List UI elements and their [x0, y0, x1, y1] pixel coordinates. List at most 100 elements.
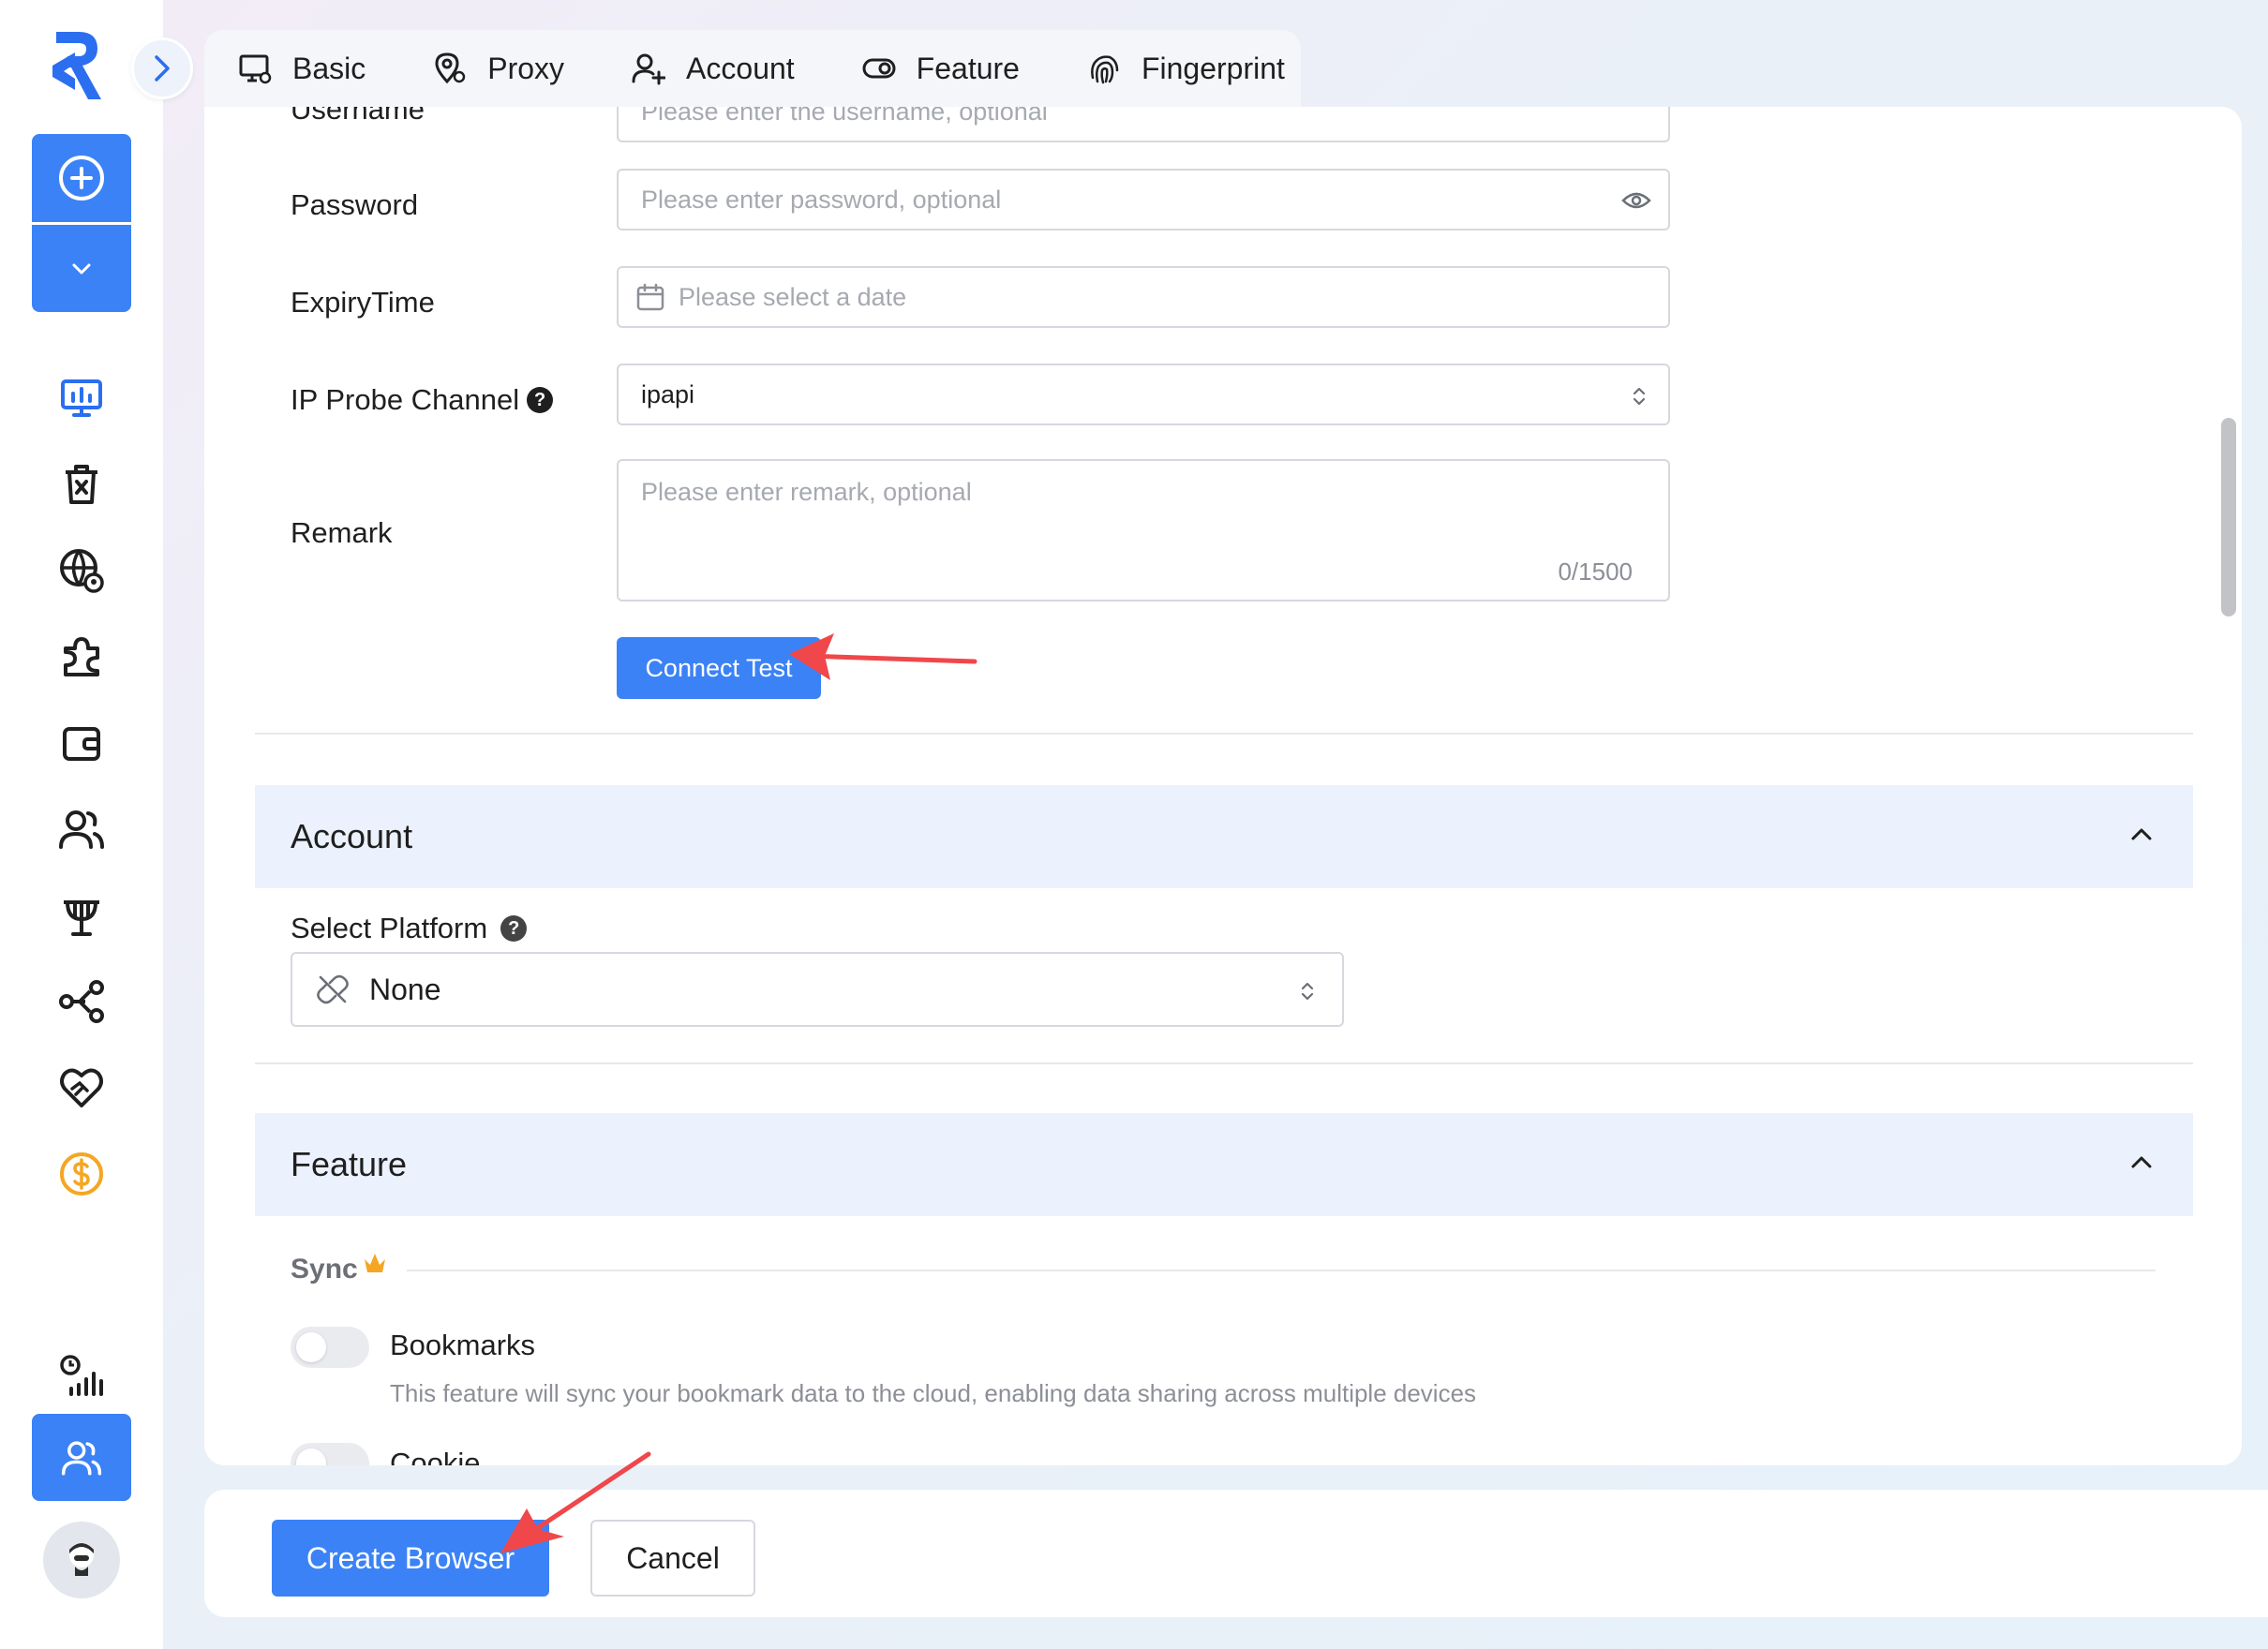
plus-circle-icon — [59, 156, 104, 201]
cookie-toggle[interactable] — [291, 1443, 369, 1465]
robot-arm-icon — [64, 900, 99, 936]
recycle-bin-nav[interactable] — [54, 457, 109, 512]
crown-icon — [364, 1254, 385, 1272]
chart-clock-icon — [60, 1355, 103, 1396]
trash-icon — [66, 465, 97, 504]
location-settings-icon — [435, 52, 466, 84]
heart-handshake-icon — [60, 1068, 103, 1107]
bookmarks-label: Bookmarks — [390, 1329, 536, 1361]
cancel-button[interactable]: Cancel — [590, 1520, 755, 1597]
sync-group-label: Sync — [291, 1254, 388, 1285]
create-browser-button[interactable]: Create Browser — [272, 1520, 549, 1597]
monitor-settings-icon — [239, 54, 272, 84]
remark-placeholder: Please enter remark, optional — [641, 478, 972, 506]
statistics-nav[interactable] — [54, 1349, 109, 1404]
tab-basic[interactable]: Basic — [238, 30, 366, 107]
expiry-placeholder: Please select a date — [679, 282, 907, 311]
divider — [255, 733, 2193, 735]
account-section-title: Account — [291, 817, 413, 855]
sync-label: Sync — [291, 1254, 358, 1285]
team-members-nav[interactable] — [54, 802, 109, 856]
chevron-updown-icon — [1633, 387, 1646, 406]
monitor-icon — [61, 379, 102, 417]
help-icon[interactable]: ? — [527, 387, 554, 413]
tab-feature[interactable]: Feature — [862, 30, 1020, 107]
divider — [255, 1062, 2193, 1064]
calendar-icon — [636, 283, 664, 311]
expiry-date-picker[interactable]: Please select a date — [617, 266, 1670, 328]
extensions-nav[interactable] — [54, 630, 109, 684]
chevron-right-icon — [155, 55, 170, 82]
fingerprint-icon — [1091, 55, 1119, 84]
section-tabs: Basic Proxy Account Feature Fingerprint — [204, 30, 1301, 107]
tab-label: Feature — [916, 51, 1020, 85]
chevron-up-icon[interactable] — [2127, 821, 2156, 849]
globe-location-icon — [60, 549, 104, 593]
select-platform-label: Select Platform ? — [291, 905, 528, 952]
tab-label: Proxy — [487, 51, 565, 85]
expiry-label: ExpiryTime — [291, 286, 435, 319]
feature-section-title: Feature — [291, 1145, 408, 1183]
sidebar-expand-button[interactable] — [131, 37, 193, 99]
chevron-updown-icon — [1301, 982, 1314, 1001]
avatar-icon — [69, 1543, 94, 1576]
cookie-label: Cookie — [390, 1447, 481, 1465]
tab-label: Fingerprint — [1141, 51, 1285, 85]
ip-probe-value: ipapi — [641, 379, 695, 409]
users-icon — [61, 1440, 102, 1475]
user-avatar[interactable] — [43, 1522, 120, 1598]
tab-account[interactable]: Account — [632, 30, 795, 107]
username-label: Username — [291, 107, 425, 126]
eye-icon[interactable] — [1621, 189, 1651, 212]
user-add-icon — [632, 53, 666, 85]
chevron-down-icon — [72, 263, 91, 274]
proxy-nav[interactable] — [54, 543, 109, 598]
api-nav[interactable] — [54, 974, 109, 1029]
footer-actions: Create Browser Cancel — [204, 1490, 2268, 1617]
team-button[interactable] — [32, 1414, 131, 1501]
panel-scrollbar[interactable] — [2221, 418, 2236, 617]
bookmarks-description: This feature will sync your bookmark dat… — [390, 1379, 1477, 1407]
wallet-nav[interactable] — [54, 716, 109, 770]
remark-char-count: 0/1500 — [1558, 557, 1633, 586]
rpa-nav[interactable] — [54, 888, 109, 943]
remark-textarea[interactable]: Please enter remark, optional 0/1500 — [617, 459, 1670, 602]
partner-nav[interactable] — [54, 1061, 109, 1115]
browser-profiles-nav[interactable] — [54, 371, 109, 425]
chevron-up-icon[interactable] — [2127, 1149, 2156, 1177]
feature-section-header[interactable]: Feature — [255, 1113, 2193, 1216]
username-input[interactable]: Please enter the username, optional — [617, 107, 1670, 142]
new-browser-dropdown-button[interactable] — [32, 225, 131, 312]
tab-label: Basic — [292, 51, 366, 85]
help-icon[interactable]: ? — [500, 915, 528, 942]
select-platform-label-text: Select Platform — [291, 912, 488, 944]
ip-probe-label: IP Probe Channel ? — [291, 377, 554, 423]
ip-probe-label-text: IP Probe Channel — [291, 383, 520, 416]
link-off-icon — [317, 974, 349, 1004]
account-section-header[interactable]: Account — [255, 785, 2193, 888]
app-logo — [47, 24, 112, 105]
password-label: Password — [291, 188, 419, 221]
billing-nav[interactable] — [54, 1147, 109, 1201]
platform-select[interactable]: None — [291, 952, 1344, 1027]
remark-label: Remark — [291, 516, 393, 549]
platform-value: None — [369, 972, 441, 1006]
sidebar — [0, 0, 193, 1649]
tab-proxy[interactable]: Proxy — [433, 30, 564, 107]
puzzle-icon — [64, 637, 99, 676]
form-panel: Username Please enter the username, opti… — [204, 107, 2242, 1465]
tab-label: Account — [686, 51, 795, 85]
wallet-icon — [63, 727, 100, 761]
dollar-circle-icon — [60, 1152, 103, 1196]
connect-test-button[interactable]: Connect Test — [617, 637, 821, 699]
new-browser-button[interactable] — [32, 134, 131, 222]
ip-probe-select[interactable]: ipapi — [617, 364, 1670, 425]
tab-fingerprint[interactable]: Fingerprint — [1087, 30, 1285, 107]
bookmarks-toggle[interactable] — [291, 1327, 369, 1368]
password-input[interactable]: Please enter password, optional — [617, 169, 1670, 230]
share-nodes-icon — [59, 980, 104, 1023]
toggle-icon — [862, 58, 896, 79]
password-placeholder: Please enter password, optional — [641, 185, 1002, 214]
users-icon — [59, 810, 104, 849]
sync-divider — [407, 1270, 2156, 1271]
